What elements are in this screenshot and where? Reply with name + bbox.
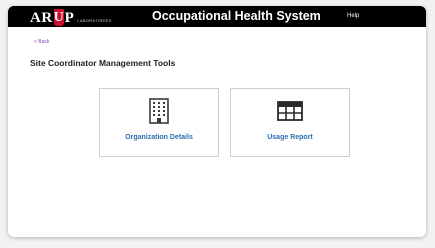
logo-letters-ar: AR: [30, 10, 53, 26]
header-bar: AR U P LABORATORIES Occupational Health Sy…: [8, 6, 426, 27]
table-icon: [277, 101, 303, 121]
app-window: AR U P LABORATORIES Occupational Health Sy…: [8, 6, 426, 237]
logo-subtitle: LABORATORIES: [77, 18, 112, 23]
arup-logo[interactable]: AR U P LABORATORIES: [30, 8, 112, 26]
help-link[interactable]: Help: [347, 11, 359, 21]
usage-report-card[interactable]: Usage Report: [230, 88, 350, 157]
building-icon: [149, 98, 169, 124]
logo-letter-p: P: [64, 10, 75, 26]
usage-report-label: Usage Report: [267, 134, 313, 141]
back-link[interactable]: < Back: [34, 38, 49, 46]
app-title: Occupational Health System: [152, 9, 321, 23]
page-title: Site Coordinator Management Tools: [30, 58, 176, 68]
organization-details-card[interactable]: Organization Details: [99, 88, 219, 157]
logo-letter-u: U: [53, 9, 64, 26]
organization-details-label: Organization Details: [125, 134, 193, 141]
